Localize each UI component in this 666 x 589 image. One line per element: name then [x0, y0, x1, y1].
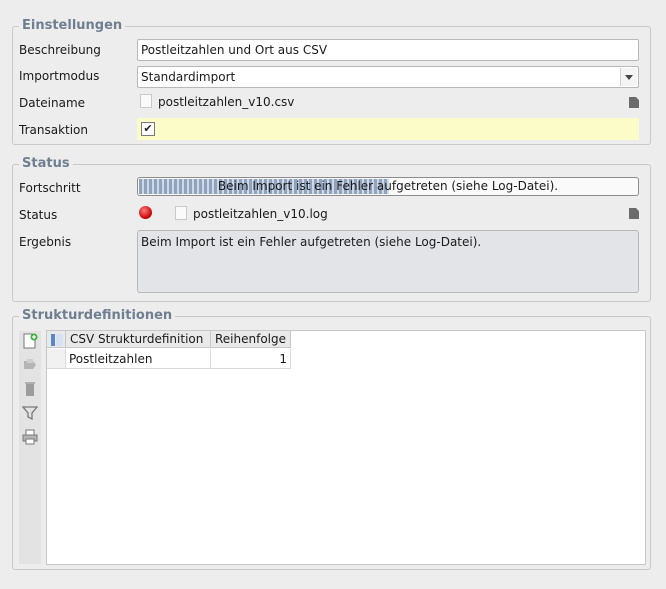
transaction-label: Transaktion [19, 123, 88, 137]
status-error-icon [139, 206, 152, 219]
table-cell-name[interactable]: Postleitzahlen [66, 349, 211, 369]
description-input[interactable]: Postleitzahlen und Ort aus CSV [137, 39, 639, 61]
filename-value: postleitzahlen_v10.csv [158, 95, 295, 109]
structure-legend: Strukturdefinitionen [19, 308, 176, 323]
settings-legend: Einstellungen [19, 18, 126, 33]
file-icon [140, 94, 152, 108]
filter-icon[interactable] [22, 405, 38, 421]
chevron-down-icon[interactable] [620, 68, 637, 86]
import-mode-value: Standardimport [141, 70, 236, 84]
status-label: Status [19, 208, 58, 222]
progress-bar: Beim Import ist ein Fehler aufgetreten (… [137, 177, 639, 196]
status-legend: Status [19, 156, 73, 171]
settings-group: Einstellungen Beschreibung Postleitzahle… [12, 18, 651, 145]
status-group: Status Fortschritt Beim Import ist ein F… [12, 156, 651, 302]
progress-text: Beim Import ist ein Fehler aufgetreten (… [217, 179, 559, 193]
log-file-name: postleitzahlen_v10.log [193, 207, 328, 221]
delete-icon[interactable] [22, 381, 38, 397]
import-mode-select[interactable]: Standardimport [137, 66, 639, 88]
edit-icon[interactable] [22, 357, 38, 373]
add-icon[interactable] [22, 333, 38, 349]
structure-toolbar [19, 331, 41, 564]
structure-group: Strukturdefinitionen CSV Strukturdefinit… [12, 308, 651, 570]
transaction-row: ✔ [137, 118, 639, 140]
log-file-link[interactable]: postleitzahlen_v10.log [175, 205, 328, 223]
result-label: Ergebnis [19, 235, 72, 249]
filename-label: Dateiname [19, 96, 86, 110]
structure-table[interactable]: CSV Strukturdefinition Reihenfolge Postl… [46, 330, 646, 565]
column-header-order[interactable]: Reihenfolge [211, 331, 291, 348]
transaction-checkbox[interactable]: ✔ [141, 122, 155, 136]
column-header-definition[interactable]: CSV Strukturdefinition [66, 331, 211, 348]
open-log-icon[interactable] [629, 208, 639, 219]
column-chooser-icon[interactable] [51, 334, 63, 346]
filename-field[interactable]: postleitzahlen_v10.csv [137, 93, 639, 113]
table-cell-order[interactable]: 1 [211, 349, 291, 369]
browse-file-icon[interactable] [629, 97, 639, 108]
file-icon [175, 206, 187, 220]
progress-label: Fortschritt [19, 181, 81, 195]
result-text: Beim Import ist ein Fehler aufgetreten (… [137, 230, 639, 293]
status-row: postleitzahlen_v10.log [137, 204, 639, 224]
description-label: Beschreibung [19, 43, 101, 57]
print-icon[interactable] [22, 429, 38, 445]
row-header[interactable] [47, 349, 66, 369]
row-header-corner [47, 331, 66, 348]
import-mode-label: Importmodus [19, 69, 100, 83]
